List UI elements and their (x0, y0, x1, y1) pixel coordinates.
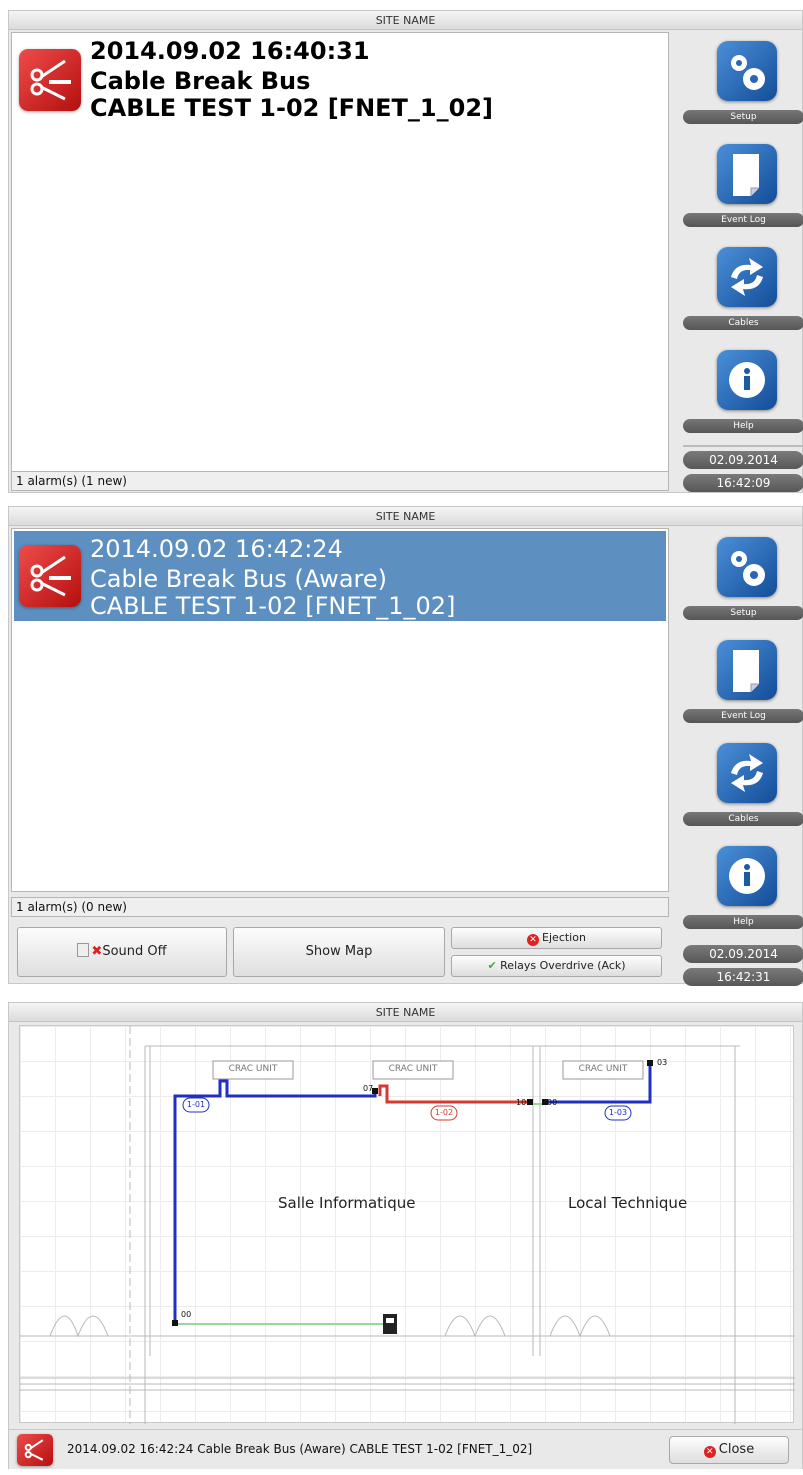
cables-label: Cables (683, 316, 803, 330)
alarm-status-bar: 1 alarm(s) (0 new) (11, 897, 669, 917)
cable-break-icon (19, 545, 81, 607)
gear-icon (717, 537, 777, 597)
alarm-type: Cable Break Bus (90, 67, 311, 95)
screen-1: SITE NAME 2014.09.02 16:40:31 Cable Brea… (8, 10, 803, 493)
node-label: 00 (181, 1310, 192, 1319)
sidebar: Setup Event Log Cables Help 02.09.2014 1… (677, 33, 803, 493)
info-icon (717, 350, 777, 410)
setup-button[interactable]: Setup (677, 33, 803, 133)
event-log-label: Event Log (683, 709, 803, 723)
node-label: 07 (363, 1084, 374, 1093)
info-icon (717, 846, 777, 906)
swap-arrows-icon (717, 247, 777, 307)
floor-map[interactable]: CRAC UNIT CRAC UNIT CRAC UNIT Salle Info… (19, 1025, 795, 1424)
close-x-icon: ✕ (703, 1446, 716, 1458)
alarm-source: CABLE TEST 1-02 [FNET_1_02] (90, 94, 493, 122)
room-label: Salle Informatique (278, 1194, 416, 1212)
setup-button[interactable]: Setup (677, 529, 803, 629)
alarm-source: CABLE TEST 1-02 [FNET_1_02] (90, 592, 456, 620)
speaker-icon (77, 943, 90, 957)
cable-label: 1-01 (186, 1100, 206, 1109)
footer-alarm-text: 2014.09.02 16:42:24 Cable Break Bus (Awa… (67, 1442, 533, 1456)
site-name-title: SITE NAME (9, 507, 802, 526)
sidebar-divider (683, 445, 803, 447)
floor-plan-svg (20, 1026, 795, 1424)
event-log-button[interactable]: Event Log (677, 632, 803, 732)
node-label: 10 (516, 1098, 527, 1107)
show-map-button[interactable]: Show Map (233, 927, 445, 977)
cable-break-icon (19, 49, 81, 111)
alarm-datetime: 2014.09.02 16:42:24 (90, 535, 343, 563)
cable-label: 1-02 (434, 1108, 454, 1117)
alarm-row[interactable]: 2014.09.02 16:40:31 Cable Break Bus CABL… (12, 33, 668, 125)
site-name-title: SITE NAME (9, 1003, 802, 1022)
node-label: 00 (547, 1098, 558, 1107)
help-button[interactable]: Help (677, 342, 803, 442)
mute-x-icon: ✖ (91, 944, 103, 959)
panel-device-icon (383, 1314, 397, 1334)
alarm-type: Cable Break Bus (Aware) (90, 565, 387, 593)
cables-label: Cables (683, 812, 803, 826)
screen-2: SITE NAME 2014.09.02 16:42:24 Cable Brea… (8, 506, 803, 986)
swap-arrows-icon (717, 743, 777, 803)
crac-unit-label: CRAC UNIT (388, 1064, 438, 1074)
nodes (172, 1060, 653, 1326)
room-label: Local Technique (568, 1194, 688, 1212)
time-display: 16:42:31 (683, 968, 803, 986)
sound-off-label: Sound Off (102, 944, 167, 959)
cables-button[interactable]: Cables (677, 735, 803, 835)
alarm-status-bar: 1 alarm(s) (1 new) (11, 471, 669, 491)
ejection-button[interactable]: ✕ Ejection (451, 927, 662, 949)
cable-label: 1-03 (608, 1108, 628, 1117)
help-button[interactable]: Help (677, 838, 803, 938)
event-log-button[interactable]: Event Log (677, 136, 803, 236)
relays-overdrive-button[interactable]: ✔ Relays Overdrive (Ack) (451, 955, 662, 977)
node-label: 03 (657, 1058, 668, 1067)
green-cable (177, 1103, 545, 1325)
check-icon: ✔ (487, 959, 497, 972)
relays-overdrive-label: Relays Overdrive (Ack) (500, 959, 626, 972)
event-log-label: Event Log (683, 213, 803, 227)
ejection-label: Ejection (542, 931, 586, 944)
gear-icon (717, 41, 777, 101)
crac-unit-label: CRAC UNIT (578, 1064, 628, 1074)
alarm-list: 2014.09.02 16:40:31 Cable Break Bus CABL… (11, 32, 669, 472)
alarm-row-selected[interactable]: 2014.09.02 16:42:24 Cable Break Bus (Awa… (14, 531, 666, 621)
date-display: 02.09.2014 (683, 451, 803, 469)
setup-label: Setup (683, 110, 803, 124)
cable-break-icon (17, 1434, 53, 1466)
show-map-label: Show Map (305, 944, 373, 959)
cables-button[interactable]: Cables (677, 239, 803, 339)
document-icon (717, 144, 777, 204)
document-icon (717, 640, 777, 700)
map-footer: 2014.09.02 16:42:24 Cable Break Bus (Awa… (9, 1429, 802, 1469)
sound-off-button[interactable]: ✖Sound Off (17, 927, 227, 977)
crac-unit-label: CRAC UNIT (228, 1064, 278, 1074)
site-name-title: SITE NAME (9, 11, 802, 30)
alarm-list: 2014.09.02 16:42:24 Cable Break Bus (Awa… (11, 528, 669, 892)
ejection-x-icon: ✕ (527, 934, 540, 946)
red-cable (378, 1084, 530, 1104)
close-button[interactable]: ✕ Close (669, 1436, 789, 1464)
alarm-datetime: 2014.09.02 16:40:31 (90, 37, 370, 65)
close-label: Close (718, 1442, 755, 1457)
screen-3-map: SITE NAME CRAC UNIT CRAC UNIT CRAC UNIT … (8, 1002, 803, 1469)
setup-label: Setup (683, 606, 803, 620)
help-label: Help (683, 915, 803, 929)
help-label: Help (683, 419, 803, 433)
sidebar: Setup Event Log Cables Help 02.09.2014 1… (677, 529, 803, 986)
time-display: 16:42:09 (683, 474, 803, 492)
date-display: 02.09.2014 (683, 945, 803, 963)
